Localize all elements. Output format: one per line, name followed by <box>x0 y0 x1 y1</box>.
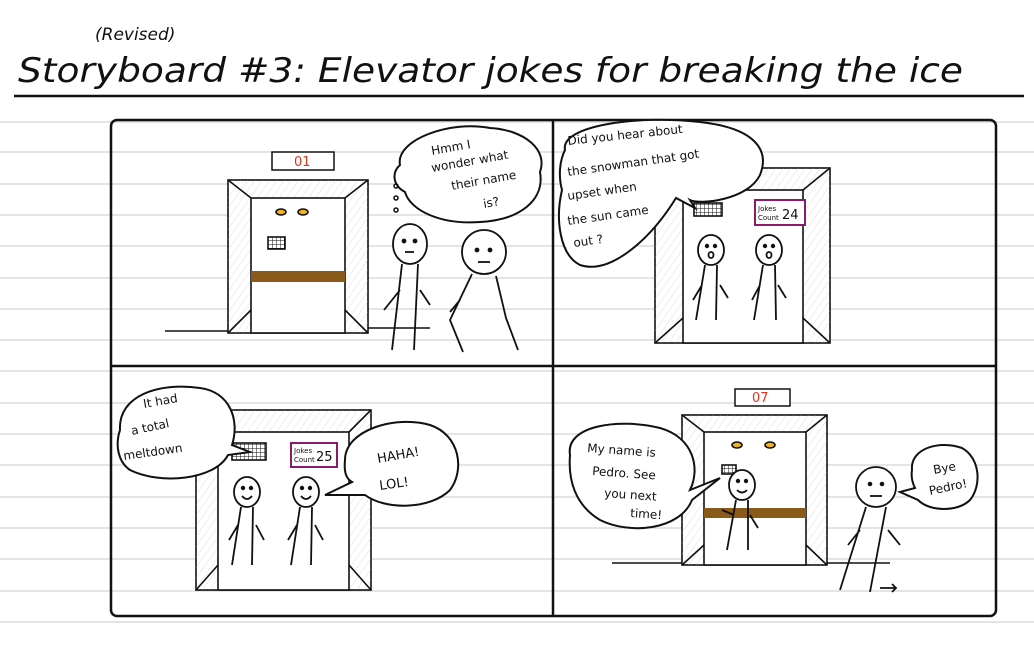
thought-line-4: is? <box>482 194 500 211</box>
floor-number: 01 <box>294 155 311 170</box>
jokes-counter: Jokes Count 25 <box>290 442 338 468</box>
counter-label-2: Count <box>294 456 315 464</box>
jokes-counter: Jokes Count 24 <box>754 199 806 226</box>
person-right <box>449 229 519 353</box>
counter-label-2: Count <box>758 214 779 222</box>
person-leaving <box>839 466 901 593</box>
storyboard-canvas: (Revised) Storyboard #3: Elevator jokes … <box>0 25 1034 623</box>
speech-line-4: time! <box>630 506 663 522</box>
panel-4: 07 My name is Pedro. See you next time! … <box>568 388 979 593</box>
counter-value: 25 <box>316 450 333 465</box>
revised-label: (Revised) <box>95 25 175 45</box>
panel-1: 01 Hmm I wonder what their name is? <box>165 125 543 353</box>
counter-label-1: Jokes <box>293 447 312 455</box>
elevator <box>165 179 430 334</box>
speech-bubble-right: Bye Pedro! <box>897 444 979 510</box>
counter-label-1: Jokes <box>757 205 776 213</box>
floor-number: 07 <box>752 391 769 406</box>
page-title: Storyboard #3: Elevator jokes for breaki… <box>18 51 963 91</box>
person-left <box>383 223 431 351</box>
panel-2: Jokes Count 24 Did you hear about the sn… <box>558 118 831 344</box>
counter-value: 24 <box>782 208 799 223</box>
storyboard-page: (Revised) Storyboard #3: Elevator jokes … <box>0 0 1034 648</box>
thought-bubble: Hmm I wonder what their name is? <box>393 125 543 224</box>
